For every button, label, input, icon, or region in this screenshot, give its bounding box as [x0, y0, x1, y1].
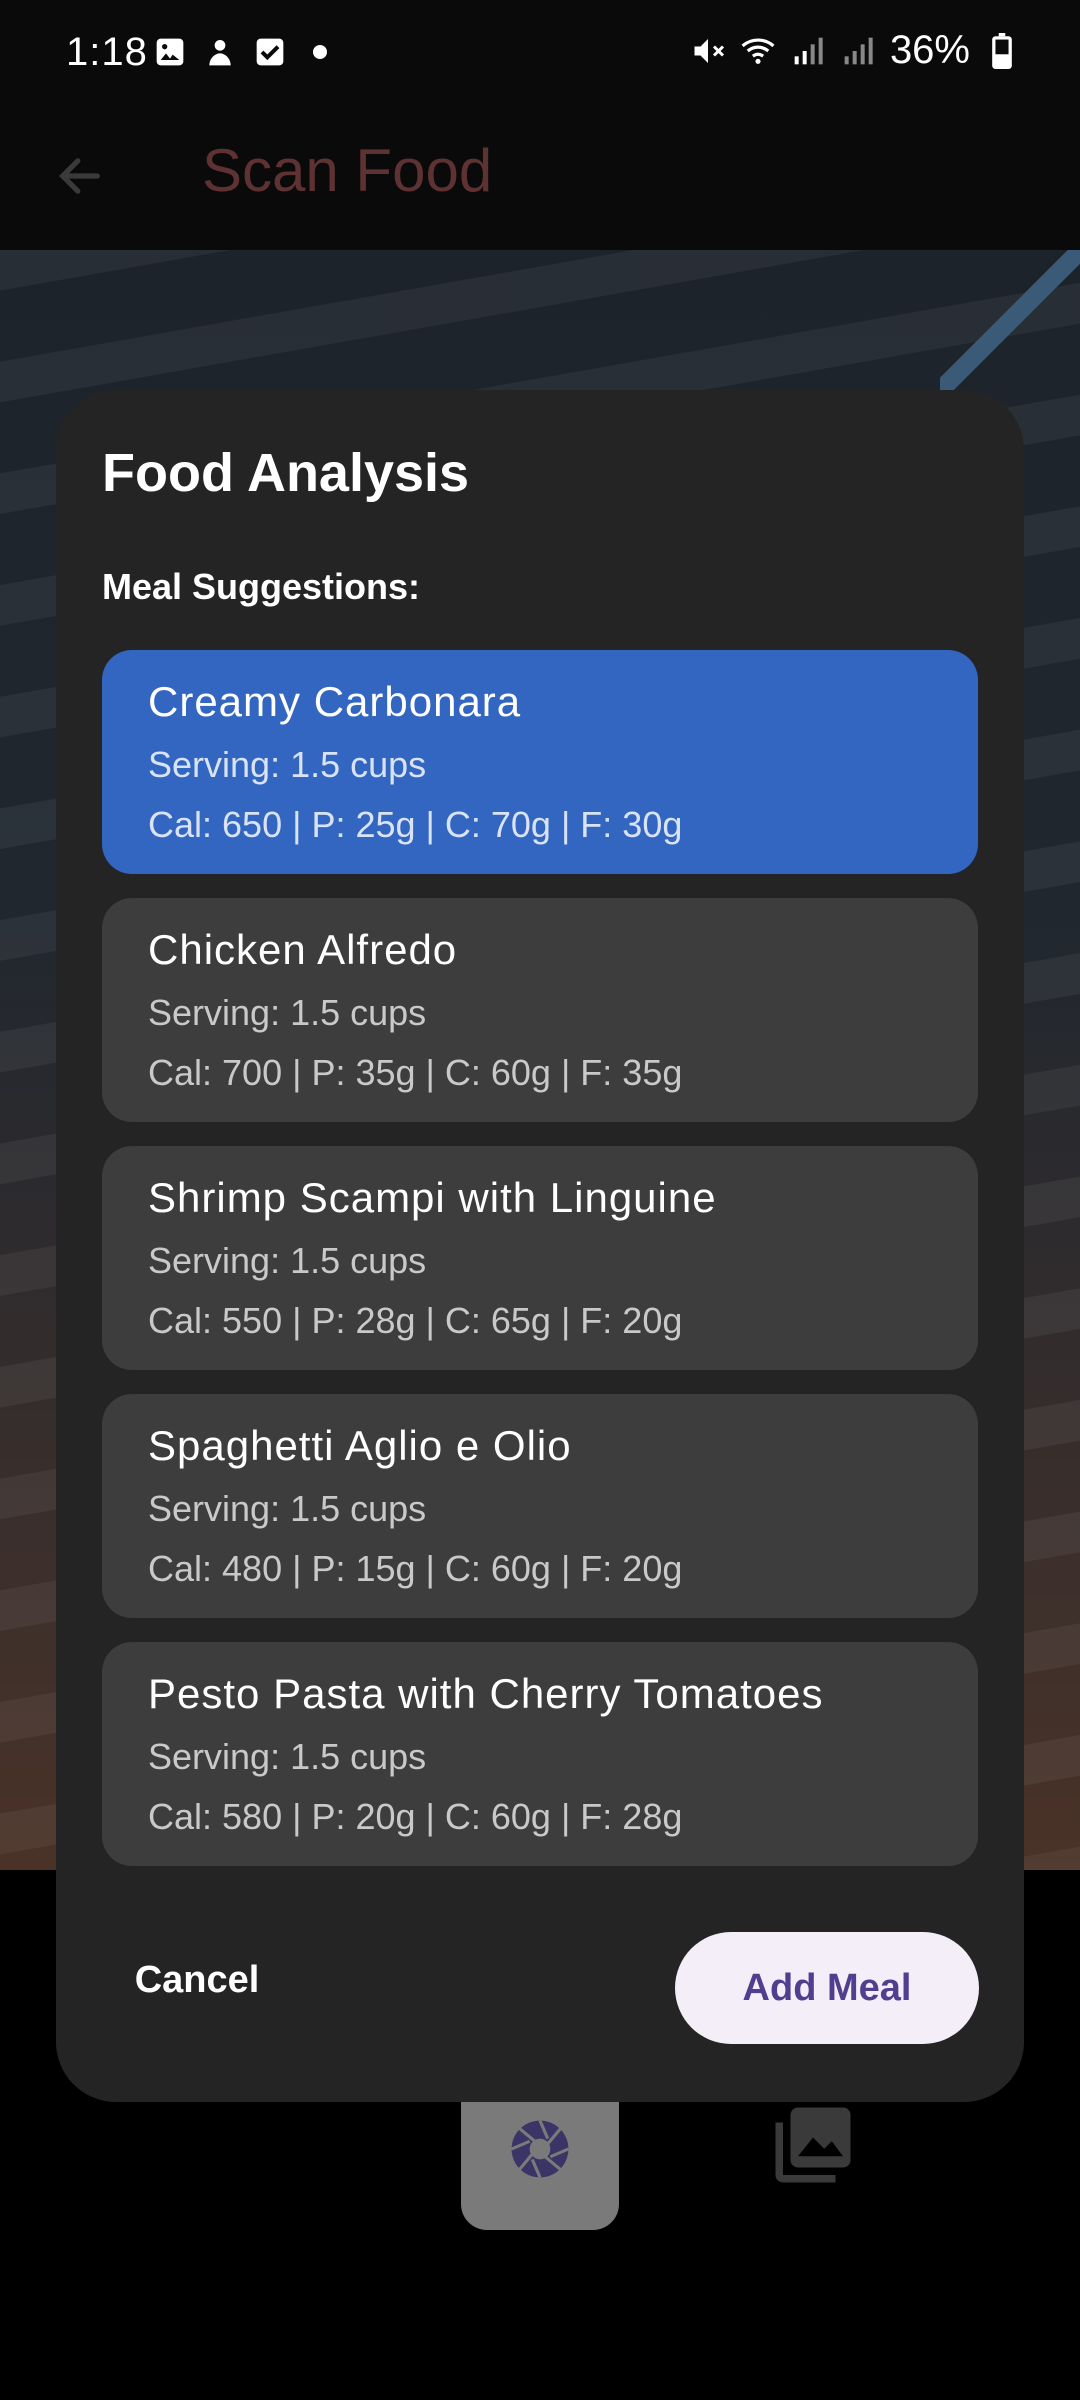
notification-icons: [152, 34, 338, 70]
meal-serving: Serving: 1.5 cups: [148, 992, 427, 1033]
food-analysis-dialog: Food Analysis Meal Suggestions: Creamy C…: [56, 390, 1024, 2102]
battery-icon: [984, 32, 1020, 69]
meal-card[interactable]: Pesto Pasta with Cherry Tomatoes Serving…: [102, 1642, 978, 1866]
cancel-button[interactable]: Cancel: [102, 1932, 292, 2028]
meal-suggestion-list: Creamy Carbonara Serving: 1.5 cups Cal: …: [102, 650, 978, 1890]
camera-shutter-icon: [509, 2118, 571, 2185]
meal-name: Pesto Pasta with Cherry Tomatoes: [148, 1670, 824, 1717]
dialog-title: Food Analysis: [102, 443, 470, 503]
meal-card[interactable]: Chicken Alfredo Serving: 1.5 cups Cal: 7…: [102, 898, 978, 1122]
meal-serving: Serving: 1.5 cups: [148, 744, 427, 785]
meal-card[interactable]: Shrimp Scampi with Linguine Serving: 1.5…: [102, 1146, 978, 1370]
meal-name: Creamy Carbonara: [148, 678, 522, 725]
gallery-button[interactable]: [766, 2100, 860, 2194]
meal-macros: Cal: 550 | P: 28g | C: 65g | F: 20g: [148, 1300, 683, 1341]
status-right-icons: 36%: [690, 28, 1020, 73]
add-meal-button[interactable]: Add Meal: [675, 1932, 979, 2044]
app-notification-icon: [202, 34, 238, 70]
status-time: 1:18: [66, 30, 148, 74]
back-button[interactable]: [40, 138, 120, 218]
meal-macros: Cal: 480 | P: 15g | C: 60g | F: 20g: [148, 1548, 683, 1589]
meal-macros: Cal: 650 | P: 25g | C: 70g | F: 30g: [148, 804, 683, 845]
signal-icon: [790, 33, 826, 69]
meal-name: Spaghetti Aglio e Olio: [148, 1422, 572, 1469]
battery-percentage: 36%: [889, 28, 970, 72]
app-bar: Scan Food: [0, 110, 1080, 250]
meal-card[interactable]: Spaghetti Aglio e Olio Serving: 1.5 cups…: [102, 1394, 978, 1618]
meal-name: Shrimp Scampi with Linguine: [148, 1174, 717, 1221]
status-bar: 1:18 36%: [0, 0, 1080, 110]
signal-2-icon: [840, 33, 876, 69]
meal-serving: Serving: 1.5 cups: [148, 1736, 427, 1777]
meal-serving: Serving: 1.5 cups: [148, 1488, 427, 1529]
page-title: Scan Food: [202, 137, 493, 204]
meal-macros: Cal: 700 | P: 35g | C: 60g | F: 35g: [148, 1052, 683, 1093]
wifi-icon: [740, 33, 776, 69]
meal-suggestions-label: Meal Suggestions:: [102, 566, 421, 607]
meal-card[interactable]: Creamy Carbonara Serving: 1.5 cups Cal: …: [102, 650, 978, 874]
arrow-back-icon: [54, 150, 106, 207]
meal-macros: Cal: 580 | P: 20g | C: 60g | F: 28g: [148, 1796, 683, 1837]
gallery-notification-icon: [152, 34, 188, 70]
meal-name: Chicken Alfredo: [148, 926, 458, 973]
meal-serving: Serving: 1.5 cups: [148, 1240, 427, 1281]
checkbox-notification-icon: [252, 34, 288, 70]
photo-library-icon: [768, 2100, 858, 2195]
dot-icon: [302, 34, 338, 70]
mute-icon: [690, 33, 726, 69]
